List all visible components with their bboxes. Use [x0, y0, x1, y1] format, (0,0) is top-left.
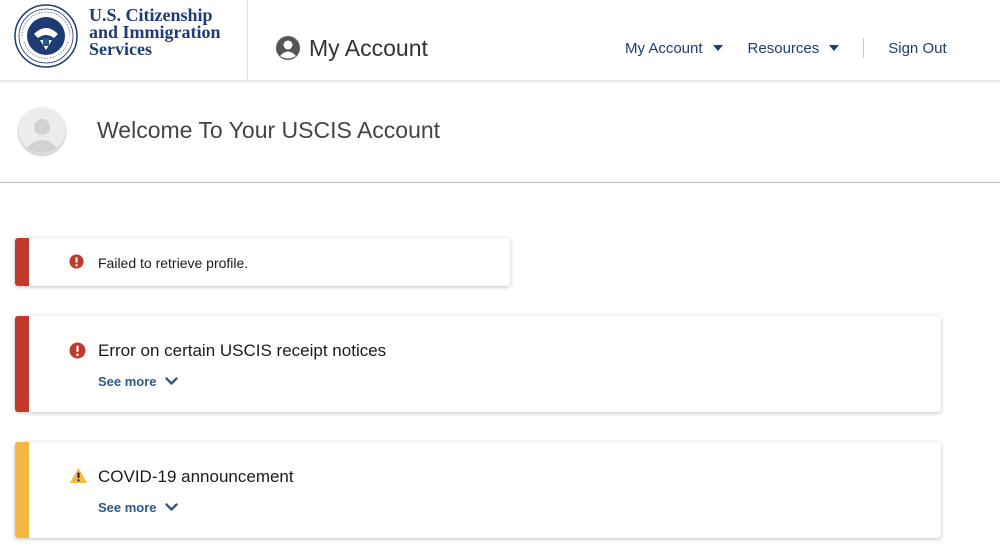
welcome-banner: Welcome To Your USCIS Account: [0, 80, 1000, 183]
nav-my-account[interactable]: My Account: [625, 40, 723, 57]
alert-warning-bar: [15, 442, 29, 538]
account-heading: My Account: [275, 32, 428, 64]
avatar-placeholder-icon: [19, 108, 65, 154]
warning-triangle-icon: [70, 468, 87, 483]
error-circle-icon: [69, 254, 84, 269]
nav-sign-out[interactable]: Sign Out: [888, 40, 946, 57]
alert-message: COVID-19 announcement: [98, 467, 294, 486]
nav-sign-out-label: Sign Out: [888, 39, 947, 57]
see-more-label: See more: [98, 500, 157, 515]
nav-resources[interactable]: Resources: [748, 40, 840, 57]
alert-error-bar: [15, 316, 29, 412]
caret-down-icon: [712, 45, 723, 51]
nav-resources-label: Resources: [747, 39, 820, 57]
alert-profile-error: Failed to retrieve profile.: [15, 238, 510, 286]
agency-line-3: Services: [89, 39, 152, 59]
chevron-down-icon: [164, 503, 178, 511]
user-circle-icon: [276, 36, 300, 60]
alert-error-bar: [15, 238, 29, 286]
avatar: [19, 108, 65, 154]
nav-divider: [863, 38, 865, 58]
see-more-link[interactable]: See more: [98, 500, 178, 515]
nav-my-account-label: My Account: [625, 39, 703, 57]
alert-covid-warning: COVID-19 announcement See more: [15, 442, 941, 538]
alert-message: Error on certain USCIS receipt notices: [98, 341, 387, 360]
main-nav: My Account Resources Sign Out: [625, 38, 947, 58]
site-header: U.S. Citizenship and Immigration Service…: [0, 0, 1000, 80]
agency-name: U.S. Citizenship and Immigration Service…: [89, 6, 221, 59]
alert-message: Failed to retrieve profile.: [98, 255, 249, 271]
welcome-title: Welcome To Your USCIS Account: [97, 117, 441, 143]
caret-down-icon: [829, 45, 840, 51]
alert-receipt-error: Error on certain USCIS receipt notices S…: [15, 316, 941, 412]
dhs-seal-icon: [14, 4, 78, 68]
see-more-link[interactable]: See more: [98, 374, 178, 389]
agency-logo[interactable]: U.S. Citizenship and Immigration Service…: [0, 0, 248, 80]
page-title: My Account: [309, 34, 428, 61]
see-more-label: See more: [98, 374, 157, 389]
chevron-down-icon: [164, 377, 178, 385]
error-circle-icon: [69, 342, 86, 359]
